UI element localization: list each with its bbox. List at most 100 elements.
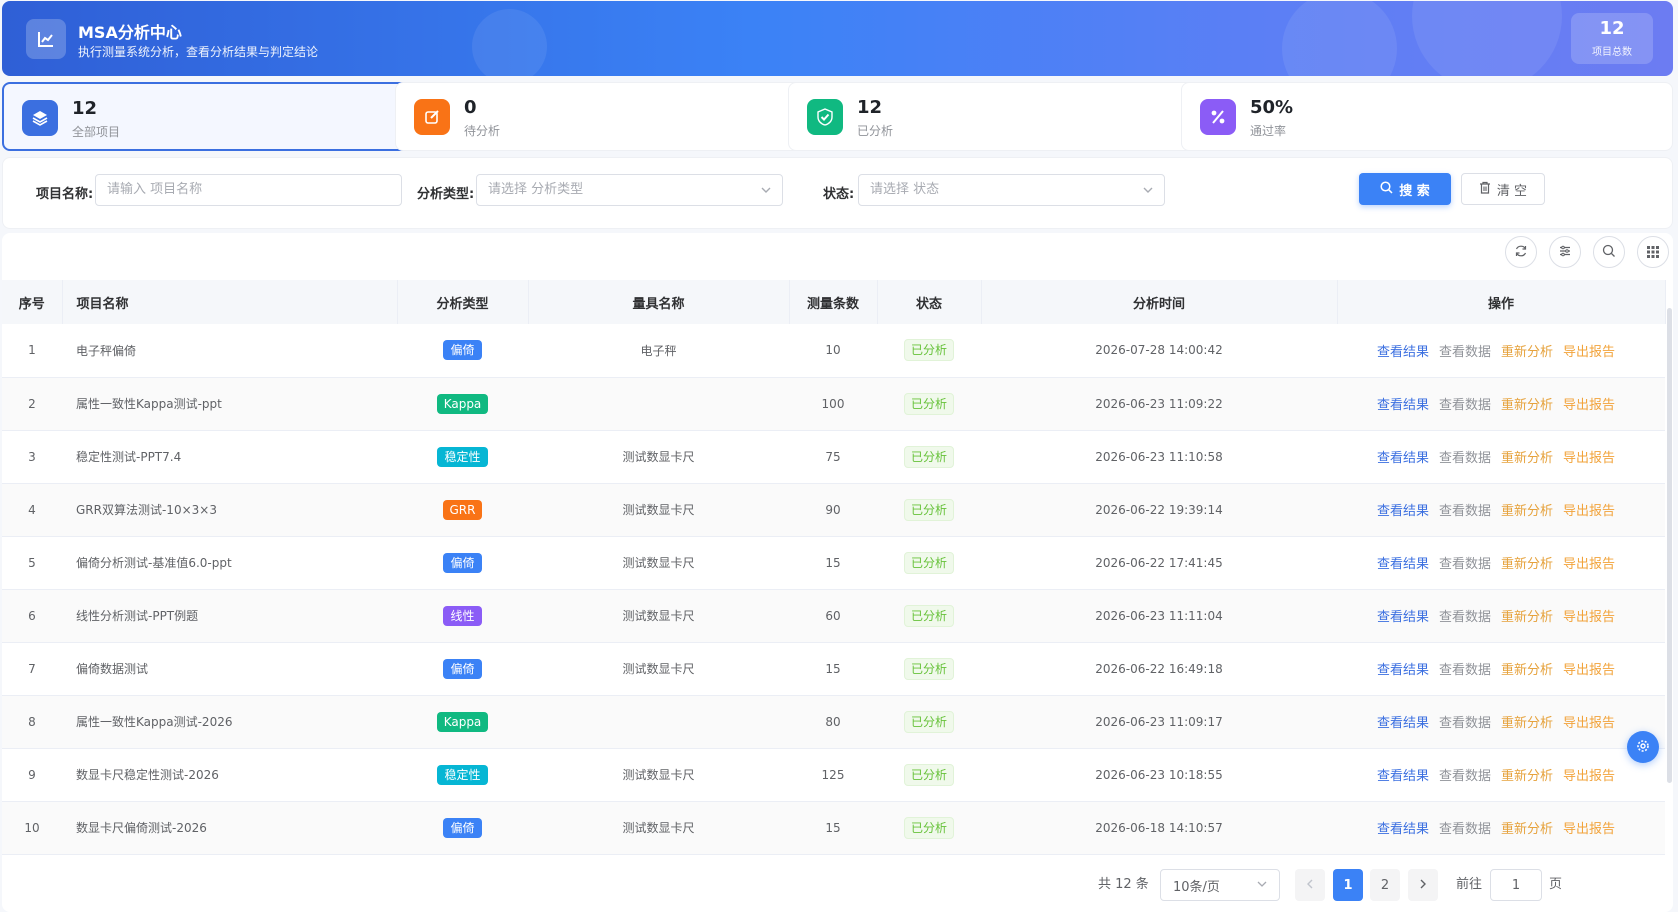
export-report-link[interactable]: 导出报告 <box>1563 447 1615 466</box>
type-tag: 偏倚 <box>443 817 482 838</box>
reanalyze-link[interactable]: 重新分析 <box>1501 553 1553 572</box>
col-header-type[interactable]: 分析类型 <box>397 280 529 324</box>
view-result-link[interactable]: 查看结果 <box>1377 447 1429 466</box>
stat-cards: 12 全部项目 0 待分析 12 已分析 50% 通过率 <box>2 82 1673 152</box>
refresh-button[interactable] <box>1505 236 1537 268</box>
export-report-link[interactable]: 导出报告 <box>1563 394 1615 413</box>
row-count: 125 <box>789 748 877 802</box>
gear-icon <box>1636 738 1650 757</box>
row-count: 15 <box>789 801 877 855</box>
view-data-link[interactable]: 查看数据 <box>1439 606 1491 625</box>
row-actions: 查看结果 查看数据 重新分析 导出报告 <box>1337 536 1665 590</box>
view-result-link[interactable]: 查看结果 <box>1377 553 1429 572</box>
view-data-link[interactable]: 查看数据 <box>1439 553 1491 572</box>
reanalyze-link[interactable]: 重新分析 <box>1501 765 1553 784</box>
col-header-actions: 操作 <box>1337 280 1666 324</box>
view-data-link[interactable]: 查看数据 <box>1439 500 1491 519</box>
columns-button[interactable] <box>1637 236 1669 268</box>
view-result-link[interactable]: 查看结果 <box>1377 341 1429 360</box>
view-data-link[interactable]: 查看数据 <box>1439 341 1491 360</box>
reanalyze-link[interactable]: 重新分析 <box>1501 341 1553 360</box>
export-report-link[interactable]: 导出报告 <box>1563 500 1615 519</box>
analysis-type-placeholder: 请选择 分析类型 <box>488 182 584 197</box>
reanalyze-link[interactable]: 重新分析 <box>1501 394 1553 413</box>
reanalyze-link[interactable]: 重新分析 <box>1501 818 1553 837</box>
card-all-projects[interactable]: 12 全部项目 <box>2 82 412 151</box>
prev-page-button[interactable] <box>1295 869 1325 901</box>
total-projects-value: 12 <box>1599 18 1625 39</box>
row-index: 1 <box>2 324 62 378</box>
table-row: 5 偏倚分析测试-基准值6.0-ppt 偏倚 测试数显卡尺 15 已分析 202… <box>2 536 1665 590</box>
view-result-link[interactable]: 查看结果 <box>1377 500 1429 519</box>
table-row: 10 数显卡尺偏倚测试-2026 偏倚 测试数显卡尺 15 已分析 2026-0… <box>2 801 1665 855</box>
card-pending[interactable]: 0 待分析 <box>395 82 805 151</box>
export-report-link[interactable]: 导出报告 <box>1563 712 1615 731</box>
page-button-1[interactable]: 1 <box>1333 869 1363 901</box>
reanalyze-link[interactable]: 重新分析 <box>1501 500 1553 519</box>
page-size-select[interactable]: 10条/页 <box>1160 869 1280 901</box>
view-data-link[interactable]: 查看数据 <box>1439 447 1491 466</box>
view-result-link[interactable]: 查看结果 <box>1377 659 1429 678</box>
col-header-time[interactable]: 分析时间 <box>981 280 1338 324</box>
type-tag: GRR <box>442 499 483 520</box>
view-result-link[interactable]: 查看结果 <box>1377 712 1429 731</box>
export-report-link[interactable]: 导出报告 <box>1563 818 1615 837</box>
col-header-name[interactable]: 项目名称 <box>62 280 398 324</box>
view-data-link[interactable]: 查看数据 <box>1439 818 1491 837</box>
page-button-2[interactable]: 2 <box>1370 869 1400 901</box>
row-actions: 查看结果 查看数据 重新分析 导出报告 <box>1337 430 1665 484</box>
search-button[interactable]: 搜 索 <box>1359 173 1451 205</box>
export-report-link[interactable]: 导出报告 <box>1563 606 1615 625</box>
table-row: 9 数显卡尺稳定性测试-2026 稳定性 测试数显卡尺 125 已分析 2026… <box>2 748 1665 802</box>
reanalyze-link[interactable]: 重新分析 <box>1501 447 1553 466</box>
card-value: 12 <box>857 97 883 118</box>
export-report-link[interactable]: 导出报告 <box>1563 659 1615 678</box>
status-badge: 已分析 <box>903 816 954 839</box>
clear-button[interactable]: 清 空 <box>1461 173 1545 205</box>
export-report-link[interactable]: 导出报告 <box>1563 553 1615 572</box>
total-projects-label: 项目总数 <box>1592 47 1632 58</box>
view-data-link[interactable]: 查看数据 <box>1439 659 1491 678</box>
projects-table: 序号 项目名称 分析类型 量具名称 测量条数 状态 分析时间 操作 1 电子秤偏… <box>2 280 1666 855</box>
view-result-link[interactable]: 查看结果 <box>1377 765 1429 784</box>
analysis-type-select[interactable]: 请选择 分析类型 <box>476 174 783 206</box>
total-projects-stat: 12 项目总数 <box>1571 13 1653 64</box>
table-row: 2 属性一致性Kappa测试-ppt Kappa 100 已分析 2026-06… <box>2 377 1665 431</box>
toggle-search-button[interactable] <box>1593 236 1625 268</box>
row-gauge-name: 测试数显卡尺 <box>528 430 789 484</box>
row-type-cell: 偏倚 <box>397 642 528 696</box>
view-result-link[interactable]: 查看结果 <box>1377 606 1429 625</box>
filter-settings-button[interactable] <box>1549 236 1581 268</box>
next-page-button[interactable] <box>1408 869 1438 901</box>
row-type-cell: 偏倚 <box>397 536 528 590</box>
card-pass-rate[interactable]: 50% 通过率 <box>1181 82 1673 151</box>
view-result-link[interactable]: 查看结果 <box>1377 394 1429 413</box>
col-header-count[interactable]: 测量条数 <box>789 280 878 324</box>
row-type-cell: 线性 <box>397 589 528 643</box>
reanalyze-link[interactable]: 重新分析 <box>1501 606 1553 625</box>
settings-fab[interactable] <box>1627 731 1659 763</box>
row-analysis-time: 2026-06-18 14:10:57 <box>981 801 1337 855</box>
view-result-link[interactable]: 查看结果 <box>1377 818 1429 837</box>
col-header-gauge[interactable]: 量具名称 <box>528 280 790 324</box>
status-badge: 已分析 <box>903 710 954 733</box>
col-header-index[interactable]: 序号 <box>2 280 63 324</box>
type-tag: Kappa <box>436 393 489 414</box>
status-badge: 已分析 <box>903 551 954 574</box>
col-header-status[interactable]: 状态 <box>877 280 982 324</box>
view-data-link[interactable]: 查看数据 <box>1439 712 1491 731</box>
view-data-link[interactable]: 查看数据 <box>1439 394 1491 413</box>
reanalyze-link[interactable]: 重新分析 <box>1501 712 1553 731</box>
reanalyze-link[interactable]: 重新分析 <box>1501 659 1553 678</box>
goto-page-input[interactable]: 1 <box>1490 869 1542 901</box>
table-row: 8 属性一致性Kappa测试-2026 Kappa 80 已分析 2026-06… <box>2 695 1665 749</box>
export-report-link[interactable]: 导出报告 <box>1563 341 1615 360</box>
card-analyzed[interactable]: 12 已分析 <box>788 82 1198 151</box>
project-name-input[interactable]: 请输入 项目名称 <box>95 174 402 206</box>
row-index: 7 <box>2 642 62 696</box>
table-scrollbar[interactable] <box>1667 308 1672 783</box>
view-data-link[interactable]: 查看数据 <box>1439 765 1491 784</box>
status-select[interactable]: 请选择 状态 <box>858 174 1165 206</box>
page-subtitle: 执行测量系统分析，查看分析结果与判定结论 <box>78 45 319 59</box>
export-report-link[interactable]: 导出报告 <box>1563 765 1615 784</box>
